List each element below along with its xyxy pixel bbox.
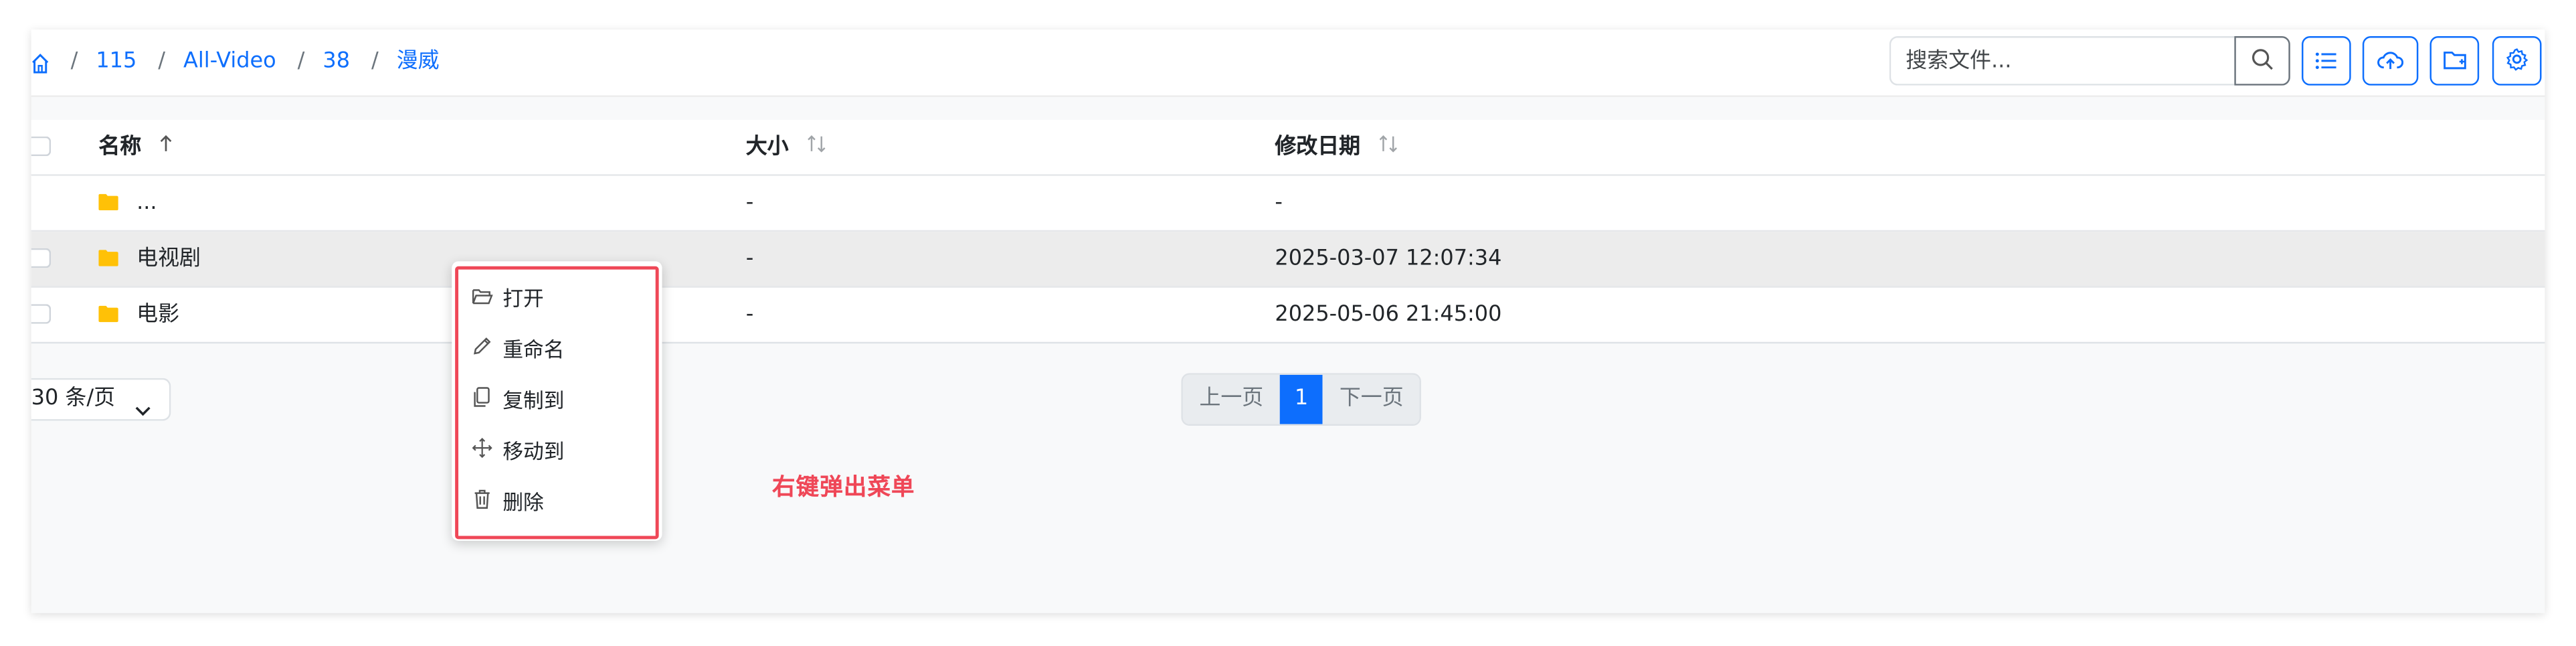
file-name[interactable]: ... — [136, 191, 157, 216]
table-row[interactable]: ... - - — [31, 176, 2545, 232]
context-menu-label: 删除 — [502, 489, 544, 515]
context-menu-item-rename[interactable]: 重命名 — [472, 333, 565, 366]
table-header-row: 名称 大小 修改日期 — [31, 120, 2545, 176]
file-name-cell[interactable]: 电影 — [98, 288, 179, 342]
sort-both-icon[interactable] — [1378, 120, 1397, 174]
file-modified: - — [1275, 190, 1283, 216]
context-menu: 打开 重命名 复制到 移动到 删除 — [452, 261, 662, 541]
folder-icon — [98, 234, 118, 266]
copy-icon — [472, 385, 503, 418]
annotation-label: 右键弹出菜单 — [772, 475, 915, 501]
sort-both-icon[interactable] — [806, 120, 825, 174]
file-modified: 2025-03-07 12:07:34 — [1275, 246, 1502, 272]
search-input[interactable] — [1889, 36, 2235, 86]
settings-icon — [2505, 46, 2528, 77]
breadcrumb-separator: / — [371, 49, 379, 74]
top-bar: / 115 / All-Video / 38 / 漫威 — [31, 29, 2545, 97]
column-header-label: 名称 — [98, 135, 142, 160]
search-icon — [2251, 46, 2274, 77]
prev-page-button[interactable]: 上一页 — [1182, 374, 1280, 424]
row-checkbox[interactable] — [31, 248, 52, 268]
breadcrumb-item-115[interactable]: 115 — [96, 50, 136, 76]
next-page-button[interactable]: 下一页 — [1323, 374, 1420, 424]
file-name[interactable]: 电影 — [136, 303, 179, 327]
column-header-name[interactable]: 名称 — [98, 120, 171, 174]
upload-button[interactable] — [2362, 36, 2419, 86]
context-menu-label: 复制到 — [502, 388, 565, 413]
folder-icon — [98, 289, 118, 323]
list-view-button[interactable] — [2302, 36, 2351, 86]
file-size: - — [745, 302, 754, 327]
page-size-label: 30 条/页 — [31, 386, 116, 411]
pagination: 上一页 1 下一页 — [1181, 373, 1422, 426]
column-header-label: 大小 — [745, 135, 789, 160]
file-size: - — [745, 190, 754, 216]
breadcrumb-separator: / — [158, 49, 166, 74]
search-group — [1889, 36, 2290, 86]
context-menu-label: 移动到 — [502, 438, 565, 464]
column-header-modified[interactable]: 修改日期 — [1275, 120, 1397, 174]
breadcrumb-item-all-video[interactable]: All-Video — [183, 50, 276, 76]
page-size-select[interactable]: 30 条/页 — [31, 378, 171, 421]
context-menu-label: 打开 — [502, 286, 544, 311]
context-menu-item-copy-to[interactable]: 复制到 — [472, 385, 565, 418]
breadcrumb-item-38[interactable]: 38 — [323, 50, 350, 76]
new-folder-button[interactable] — [2429, 36, 2480, 86]
sort-ascending-icon[interactable] — [159, 120, 172, 174]
file-name[interactable]: 电视剧 — [136, 246, 201, 271]
search-button[interactable] — [2234, 36, 2290, 86]
list-view-icon — [2315, 46, 2338, 77]
table-row[interactable]: 电影 - 2025-05-06 21:45:00 — [31, 288, 2545, 342]
app-stage: / 115 / All-Video / 38 / 漫威 搜索文件... 名称 大… — [0, 0, 2576, 646]
table-row[interactable]: 电视剧 - 2025-03-07 12:07:34 — [31, 232, 2545, 288]
file-size: - — [745, 246, 754, 272]
new-folder-icon — [2442, 46, 2467, 77]
folder-open-icon — [472, 282, 503, 315]
folder-icon — [98, 177, 118, 211]
breadcrumb-item-marvel[interactable]: 漫威 — [397, 50, 440, 76]
settings-button[interactable] — [2492, 36, 2542, 86]
file-modified: 2025-05-06 21:45:00 — [1275, 302, 1502, 327]
file-browser-panel: / 115 / All-Video / 38 / 漫威 搜索文件... 名称 大… — [31, 29, 2545, 613]
breadcrumb: / 115 / All-Video / 38 / 漫威 — [31, 50, 440, 76]
column-header-label: 修改日期 — [1275, 135, 1361, 160]
file-name-cell[interactable]: ... — [98, 176, 157, 230]
trash-icon — [472, 487, 503, 519]
context-menu-label: 重命名 — [502, 337, 565, 362]
home-icon[interactable] — [31, 52, 50, 73]
upload-cloud-icon — [2377, 46, 2404, 77]
row-checkbox[interactable] — [31, 304, 52, 324]
file-table: 名称 大小 修改日期 ... - - 电视剧 - 2025-03-07 12:0… — [31, 120, 2545, 344]
context-menu-item-move-to[interactable]: 移动到 — [472, 436, 565, 469]
select-all-checkbox[interactable] — [31, 136, 52, 157]
column-header-size[interactable]: 大小 — [746, 120, 826, 174]
chevron-down-icon — [134, 393, 151, 432]
page-number-button[interactable]: 1 — [1279, 374, 1323, 424]
file-name-cell[interactable]: 电视剧 — [98, 232, 201, 286]
move-icon — [472, 436, 503, 469]
pencil-icon — [472, 333, 503, 366]
context-menu-item-delete[interactable]: 删除 — [472, 487, 544, 519]
context-menu-item-open[interactable]: 打开 — [472, 282, 544, 315]
breadcrumb-separator: / — [297, 49, 305, 74]
breadcrumb-separator: / — [70, 49, 78, 74]
